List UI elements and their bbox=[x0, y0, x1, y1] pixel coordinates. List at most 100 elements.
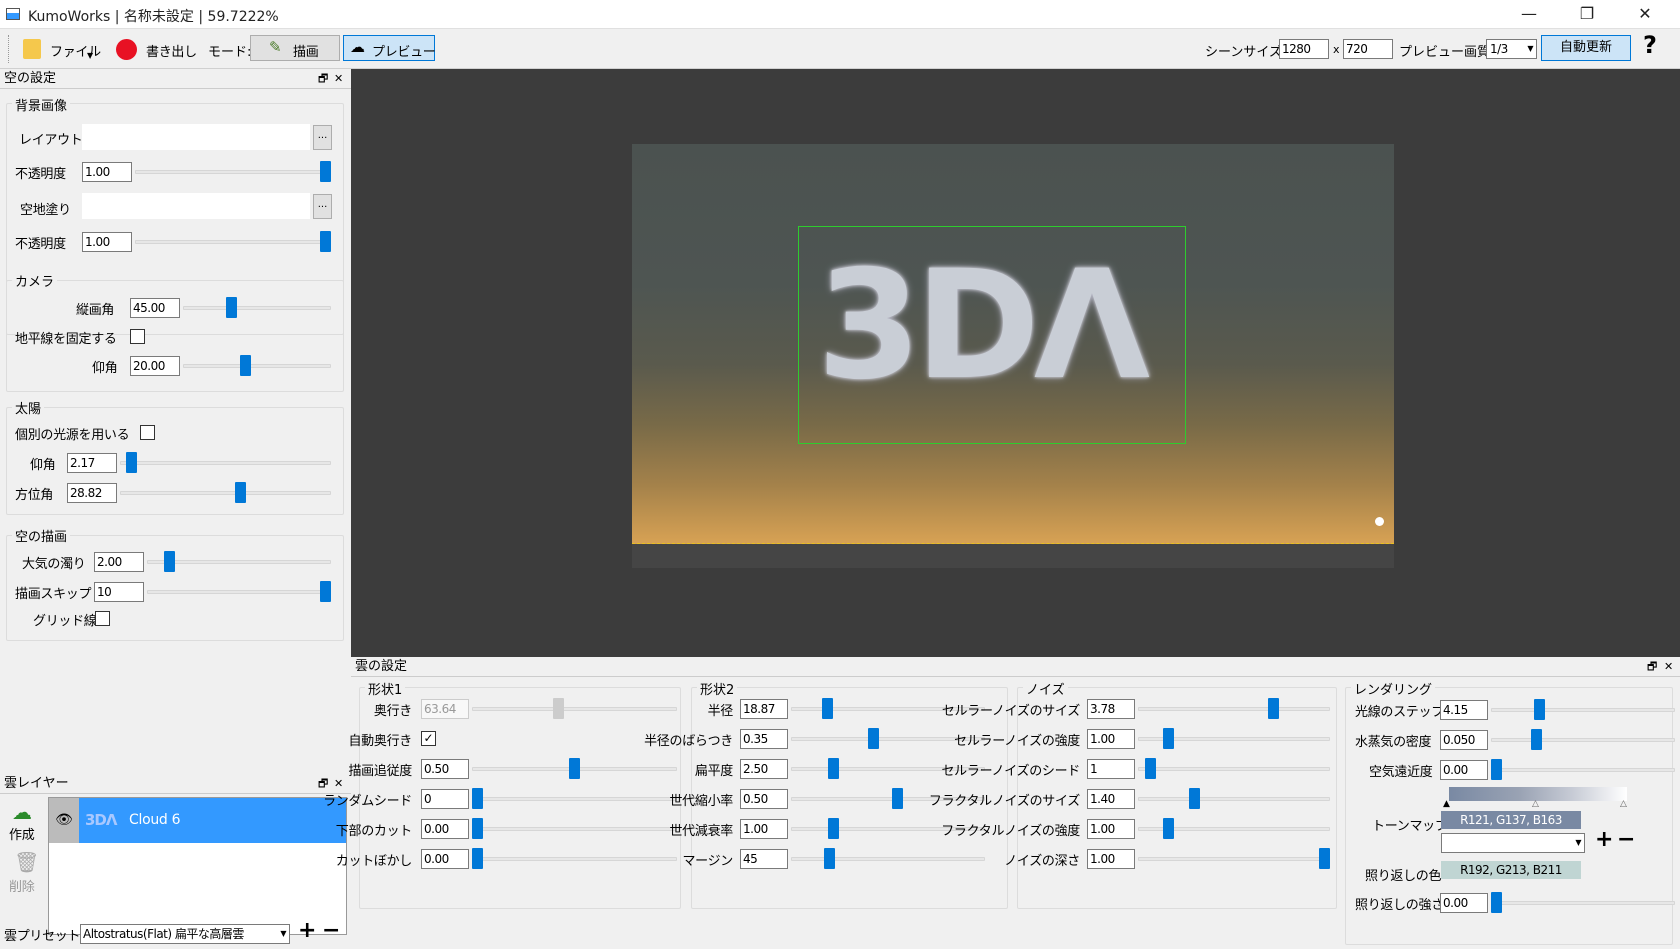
fix-horizon-checkbox[interactable] bbox=[130, 329, 145, 344]
bg-opacity-slider-thumb[interactable] bbox=[320, 161, 331, 182]
scene-width-input[interactable]: 1280 bbox=[1279, 39, 1329, 59]
vapor-density-slider-thumb[interactable] bbox=[1531, 729, 1542, 750]
maximize-button[interactable]: ❐ bbox=[1558, 0, 1616, 29]
noise-slider-thumb[interactable] bbox=[1189, 788, 1200, 809]
preset-select[interactable]: Altostratus(Flat) 扁平な高層雲 ▼ bbox=[80, 924, 290, 944]
shape2-input[interactable]: 18.87 bbox=[740, 699, 788, 719]
auto-update-button[interactable]: 自動更新 bbox=[1541, 35, 1631, 61]
shape1-slider-thumb[interactable] bbox=[553, 698, 564, 719]
shape1-slider-track[interactable] bbox=[472, 827, 677, 831]
bg-opacity-slider-track[interactable] bbox=[135, 170, 330, 174]
shape1-slider-track[interactable] bbox=[472, 857, 677, 861]
layout-browse-button[interactable]: ... bbox=[313, 125, 332, 150]
noise-slider-track[interactable] bbox=[1138, 767, 1330, 771]
reflect-color-swatch[interactable]: R192, G213, B211 bbox=[1441, 861, 1581, 879]
preview-viewport[interactable]: 3DΛ bbox=[351, 69, 1680, 674]
render-skip-slider-thumb[interactable] bbox=[320, 581, 331, 602]
file-menu-button[interactable]: ファイル ▼ bbox=[17, 33, 102, 65]
sun-azimuth-input[interactable]: 28.82 bbox=[67, 483, 117, 503]
draw-mode-button[interactable]: ✎ 描画 bbox=[250, 35, 340, 61]
shape1-checkbox[interactable]: ✓ bbox=[421, 731, 436, 746]
minimize-button[interactable]: — bbox=[1500, 0, 1558, 29]
shape2-slider-thumb[interactable] bbox=[828, 758, 839, 779]
shape2-input[interactable]: 45 bbox=[740, 849, 788, 869]
shape1-slider-track[interactable] bbox=[472, 707, 677, 711]
create-layer-button[interactable]: ☁ 作成 bbox=[4, 800, 44, 844]
shape1-input[interactable]: 0 bbox=[421, 789, 469, 809]
noise-slider-thumb[interactable] bbox=[1163, 728, 1174, 749]
sun-azimuth-slider-track[interactable] bbox=[120, 491, 331, 495]
shape1-slider-thumb[interactable] bbox=[472, 848, 483, 869]
export-button[interactable]: 書き出し bbox=[108, 33, 198, 65]
shape2-input[interactable]: 2.50 bbox=[740, 759, 788, 779]
fov-slider-track[interactable] bbox=[183, 306, 331, 310]
shape1-input[interactable]: 0.50 bbox=[421, 759, 469, 779]
tonemap-color-swatch[interactable]: R121, G137, B163 bbox=[1441, 811, 1581, 829]
noise-slider-track[interactable] bbox=[1138, 707, 1330, 711]
ground-browse-button[interactable]: ... bbox=[313, 194, 332, 219]
float-icon[interactable]: 🗗 bbox=[318, 69, 328, 88]
pitch-slider-track[interactable] bbox=[183, 364, 331, 368]
noise-slider-track[interactable] bbox=[1138, 857, 1330, 861]
shape1-input[interactable]: 63.64 bbox=[421, 699, 469, 719]
layout-input[interactable] bbox=[82, 124, 310, 150]
noise-input[interactable]: 3.78 bbox=[1087, 699, 1135, 719]
ray-step-slider-thumb[interactable] bbox=[1534, 699, 1545, 720]
sun-elevation-input[interactable]: 2.17 bbox=[67, 453, 117, 473]
add-stop-button[interactable]: + bbox=[1595, 827, 1613, 852]
noise-input[interactable]: 1.00 bbox=[1087, 819, 1135, 839]
gradient-stop-marker[interactable]: ▲ bbox=[1443, 799, 1450, 809]
noise-slider-thumb[interactable] bbox=[1319, 848, 1330, 869]
pitch-slider-thumb[interactable] bbox=[240, 355, 251, 376]
close-button[interactable]: ✕ bbox=[1616, 0, 1674, 29]
bg-opacity-input[interactable]: 1.00 bbox=[82, 162, 132, 182]
noise-input[interactable]: 1.40 bbox=[1087, 789, 1135, 809]
help-icon[interactable]: ? bbox=[1643, 31, 1657, 59]
preview-quality-select[interactable]: 1/3 ▼ bbox=[1486, 39, 1537, 59]
gradient-stop-marker[interactable]: △ bbox=[1532, 799, 1539, 809]
delete-layer-button[interactable]: 🗑 削除 bbox=[4, 850, 44, 896]
close-icon[interactable]: ✕ bbox=[1664, 657, 1673, 676]
aerial-perspective-slider-thumb[interactable] bbox=[1491, 759, 1502, 780]
shape1-slider-thumb[interactable] bbox=[472, 818, 483, 839]
ray-step-slider-track[interactable] bbox=[1491, 708, 1675, 712]
vapor-density-input[interactable]: 0.050 bbox=[1440, 730, 1488, 750]
shape1-input[interactable]: 0.00 bbox=[421, 819, 469, 839]
sun-elevation-slider-track[interactable] bbox=[120, 461, 331, 465]
shape2-slider-track[interactable] bbox=[791, 857, 985, 861]
fov-slider-thumb[interactable] bbox=[226, 297, 237, 318]
render-skip-input[interactable]: 10 bbox=[94, 582, 144, 602]
shape1-slider-thumb[interactable] bbox=[472, 788, 483, 809]
shape2-input[interactable]: 0.50 bbox=[740, 789, 788, 809]
individual-light-checkbox[interactable] bbox=[140, 425, 155, 440]
ground-opacity-slider-track[interactable] bbox=[135, 240, 330, 244]
ground-opacity-slider-thumb[interactable] bbox=[320, 231, 331, 252]
shape1-slider-track[interactable] bbox=[472, 797, 677, 801]
turbidity-input[interactable]: 2.00 bbox=[94, 552, 144, 572]
turbidity-slider-thumb[interactable] bbox=[164, 551, 175, 572]
noise-slider-thumb[interactable] bbox=[1163, 818, 1174, 839]
shape2-slider-thumb[interactable] bbox=[868, 728, 879, 749]
float-icon[interactable]: 🗗 bbox=[1647, 657, 1657, 676]
eye-icon[interactable]: 👁 bbox=[49, 798, 79, 843]
shape2-slider-thumb[interactable] bbox=[822, 698, 833, 719]
noise-slider-track[interactable] bbox=[1138, 797, 1330, 801]
remove-preset-button[interactable]: − bbox=[322, 918, 340, 943]
cloud-bounding-box[interactable]: 3DΛ bbox=[798, 226, 1186, 444]
tonemap-stop-select[interactable]: ▼ bbox=[1441, 833, 1585, 853]
ray-step-input[interactable]: 4.15 bbox=[1440, 700, 1488, 720]
close-icon[interactable]: ✕ bbox=[334, 69, 343, 88]
shape2-input[interactable]: 1.00 bbox=[740, 819, 788, 839]
add-preset-button[interactable]: + bbox=[298, 918, 316, 943]
remove-stop-button[interactable]: − bbox=[1617, 827, 1635, 852]
shape2-slider-thumb[interactable] bbox=[828, 818, 839, 839]
shape1-input[interactable]: 0.00 bbox=[421, 849, 469, 869]
layer-row[interactable]: 👁 3DΛ Cloud 6 bbox=[49, 798, 346, 843]
shape2-slider-thumb[interactable] bbox=[892, 788, 903, 809]
ground-opacity-input[interactable]: 1.00 bbox=[82, 232, 132, 252]
noise-input[interactable]: 1 bbox=[1087, 759, 1135, 779]
noise-input[interactable]: 1.00 bbox=[1087, 849, 1135, 869]
grid-checkbox[interactable] bbox=[95, 611, 110, 626]
shape2-input[interactable]: 0.35 bbox=[740, 729, 788, 749]
vapor-density-slider-track[interactable] bbox=[1491, 738, 1675, 742]
